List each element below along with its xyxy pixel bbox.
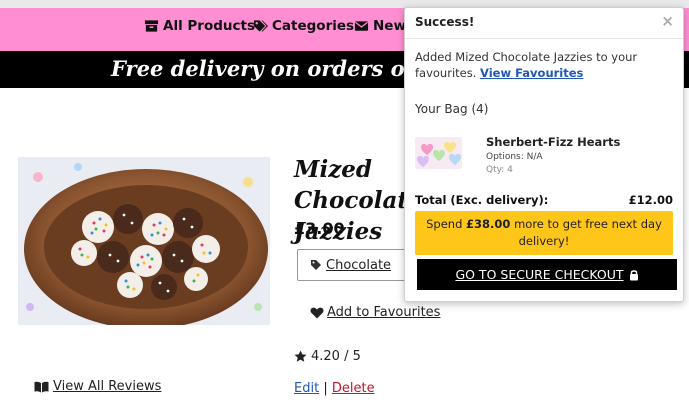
bag-item-options: Options: N/A	[486, 152, 543, 162]
edit-link[interactable]: Edit	[294, 381, 319, 396]
popup-message: Added Mized Chocolate Jazzies to your fa…	[415, 49, 677, 81]
view-all-reviews-link[interactable]: View All Reviews	[34, 379, 161, 394]
promo-banner-text: Free delivery on orders over	[111, 56, 442, 81]
nav-item-all-products[interactable]: All Products	[144, 18, 255, 34]
rating-value: 4.20 / 5	[311, 349, 361, 364]
product-image	[18, 157, 270, 325]
admin-links: Edit | Delete	[294, 381, 375, 396]
book-icon	[34, 381, 49, 392]
tag-icon	[311, 260, 321, 270]
category-tag-label: Chocolate	[326, 257, 392, 273]
bag-item-qty: Qty: 4	[486, 165, 513, 175]
tags-icon	[253, 20, 268, 32]
spend-prefix: Spend	[426, 217, 467, 231]
view-favourites-link[interactable]: View Favourites	[480, 66, 583, 80]
nav-item-label: All Products	[163, 18, 255, 34]
heart-icon	[310, 307, 324, 318]
close-icon[interactable]: ×	[661, 12, 674, 30]
add-to-favourites-label: Add to Favourites	[327, 305, 441, 320]
secure-checkout-button[interactable]: GO TO SECURE CHECKOUT	[417, 259, 677, 290]
lock-icon	[629, 269, 638, 280]
link-separator: |	[323, 381, 328, 396]
product-price: £3.00	[294, 219, 345, 238]
popup-title: Success!	[415, 15, 475, 29]
free-delivery-notice: Spend £38.00 more to get free next day d…	[415, 211, 673, 255]
box-icon	[144, 20, 159, 32]
spend-amount: £38.00	[466, 217, 511, 231]
star-icon	[294, 350, 307, 362]
total-label: Total (Exc. delivery):	[415, 193, 549, 207]
bag-item-name: Sherbert-Fizz Hearts	[486, 135, 621, 149]
category-tag-button[interactable]: Chocolate	[297, 249, 409, 281]
delete-link[interactable]: Delete	[332, 381, 375, 396]
envelope-icon	[354, 21, 369, 31]
view-all-reviews-label: View All Reviews	[53, 379, 162, 394]
nav-item-categories[interactable]: Categories	[253, 18, 354, 34]
nav-item-label: Categories	[272, 18, 355, 34]
checkout-label: GO TO SECURE CHECKOUT	[455, 267, 624, 282]
total-value: £12.00	[628, 193, 673, 207]
success-popup: Success! × Added Mized Chocolate Jazzies…	[404, 7, 684, 302]
bag-item-image	[415, 137, 462, 169]
bag-count-label: Your Bag (4)	[415, 102, 489, 116]
popup-header: Success! ×	[405, 8, 683, 39]
product-rating: 4.20 / 5	[294, 349, 361, 364]
add-to-favourites-link[interactable]: Add to Favourites	[310, 305, 440, 320]
spend-suffix: more to get free next day delivery!	[510, 217, 662, 248]
